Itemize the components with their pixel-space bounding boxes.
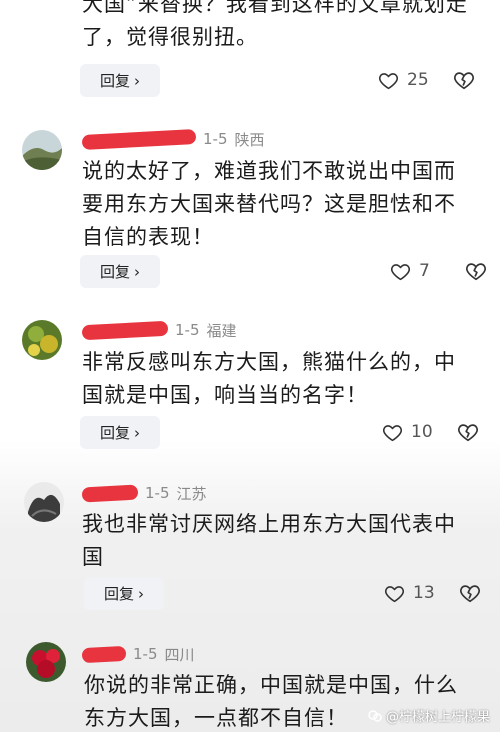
comment-meta: 1-5 四川 — [81, 643, 195, 665]
comment-date: 1-5 — [175, 321, 200, 339]
reply-button[interactable]: 回复 › — [80, 64, 160, 97]
reply-label: 回复 — [99, 72, 130, 90]
comment-text: 我也非常讨厌网络上用东方大国代表中 国 — [82, 512, 456, 569]
comment-actions: 10 — [382, 421, 479, 443]
chevron-right-icon: › — [134, 423, 140, 442]
avatar[interactable] — [24, 482, 64, 522]
like-count: 7 — [419, 261, 430, 281]
watermark: @柠檬树上柠檬果 — [368, 706, 490, 725]
reply-label: 回复 — [99, 263, 130, 281]
comment-region: 四川 — [164, 645, 195, 664]
redacted-username — [81, 645, 127, 663]
comment-text: 大国”来替换？我看到这样的文章就划走 了，觉得很别扭。 — [82, 0, 468, 49]
comment-region: 陕西 — [234, 130, 265, 149]
chevron-right-icon: › — [138, 584, 144, 603]
comment-actions: 7 — [390, 260, 487, 282]
like-count: 13 — [413, 583, 435, 603]
comment-date: 1-5 — [203, 130, 228, 148]
reply-button[interactable]: 回复 › — [84, 577, 164, 610]
comment-region: 江苏 — [176, 484, 207, 503]
comment-actions: 25 — [378, 69, 475, 91]
avatar[interactable] — [22, 130, 62, 170]
watermark-text: @柠檬树上柠檬果 — [385, 710, 490, 725]
reply-button[interactable]: 回复 › — [80, 255, 160, 288]
like-count: 10 — [411, 422, 433, 442]
comment-region: 福建 — [206, 321, 237, 340]
broken-heart-icon[interactable] — [465, 260, 487, 282]
avatar[interactable] — [26, 642, 66, 682]
avatar[interactable] — [22, 320, 62, 360]
comment-meta: 1-5 福建 — [81, 319, 237, 341]
chevron-right-icon: › — [134, 71, 140, 90]
redacted-username — [81, 128, 197, 150]
comment-text: 说的太好了，难道我们不敢说出中国而 要用东方大国来替代吗？这是胆怯和不 自信的表… — [82, 159, 456, 249]
heart-icon[interactable] — [378, 70, 399, 91]
comment-text: 你说的非常正确，中国就是中国，什么 东方大国，一点都不自信！ — [84, 673, 458, 730]
redacted-username — [81, 484, 139, 502]
broken-heart-icon[interactable] — [457, 421, 479, 443]
redacted-username — [81, 320, 169, 340]
heart-icon[interactable] — [390, 261, 411, 282]
reply-button[interactable]: 回复 › — [80, 416, 160, 449]
reply-label: 回复 — [103, 585, 134, 603]
comment-meta: 1-5 江苏 — [81, 482, 207, 504]
like-count: 25 — [407, 70, 429, 90]
comment-date: 1-5 — [133, 645, 158, 663]
broken-heart-icon[interactable] — [459, 582, 481, 604]
heart-icon[interactable] — [384, 583, 405, 604]
comment-meta: 1-5 陕西 — [81, 128, 265, 150]
broken-heart-icon[interactable] — [453, 69, 475, 91]
reply-label: 回复 — [99, 424, 130, 442]
watermark-logo-icon — [368, 709, 382, 722]
comment-actions: 13 — [384, 582, 481, 604]
comment-text: 非常反感叫东方大国，熊猫什么的，中 国就是中国，响当当的名字！ — [82, 350, 456, 407]
heart-icon[interactable] — [382, 422, 403, 443]
chevron-right-icon: › — [134, 262, 140, 281]
comment-date: 1-5 — [145, 484, 170, 502]
